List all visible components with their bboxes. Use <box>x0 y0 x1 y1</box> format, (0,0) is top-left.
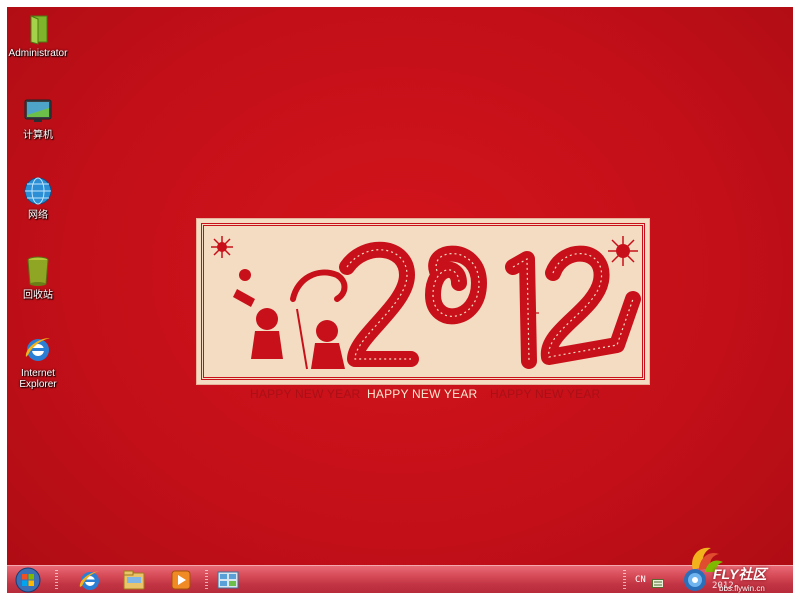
desktop-icon-computer[interactable]: 计算机 <box>7 95 69 141</box>
desktop-icon-label: 计算机 <box>23 130 53 141</box>
internet-explorer-icon <box>79 571 101 590</box>
desktop: Administrator 计算机 网络 回收站 Internet Explor… <box>7 7 793 593</box>
taskbar-grip[interactable] <box>55 570 58 590</box>
folder-library-icon <box>123 570 145 590</box>
taskbar-media-player[interactable] <box>166 567 196 593</box>
desktop-icon-recycle-bin[interactable]: 回收站 <box>7 255 69 301</box>
language-indicator[interactable]: CN <box>635 575 646 585</box>
windows-start-orb-icon <box>15 567 41 593</box>
watermark-brand: FLY社区 <box>713 566 767 582</box>
greeting-row: HAPPY NEW YEAR HAPPY NEW YEAR HAPPY NEW … <box>196 387 648 401</box>
wallpaper-papercut-card <box>196 218 650 385</box>
taskbar-grip[interactable] <box>623 570 626 590</box>
computer-icon <box>22 95 54 127</box>
taskbar-windows-explorer[interactable] <box>119 567 149 593</box>
desktop-icon-network[interactable]: 网络 <box>7 175 69 221</box>
taskbar-grip[interactable] <box>205 570 208 590</box>
watermark-url: bbs.flywin.cn <box>719 584 765 593</box>
taskbar-control-panel[interactable] <box>213 567 243 593</box>
fly-community-watermark: FLY社区 bbs.flywin.cn <box>675 540 793 595</box>
desktop-icon-label: Internet Explorer <box>19 368 57 390</box>
greeting-left: HAPPY NEW YEAR <box>250 387 361 401</box>
desktop-icon-internet-explorer[interactable]: Internet Explorer <box>7 333 69 390</box>
greeting-right: HAPPY NEW YEAR <box>490 387 601 401</box>
folder-icon <box>22 13 54 45</box>
start-button[interactable] <box>13 567 43 593</box>
media-player-icon <box>171 570 191 590</box>
internet-explorer-icon <box>22 333 54 365</box>
desktop-icon-label: 回收站 <box>23 290 53 301</box>
network-icon <box>22 175 54 207</box>
greeting-center: HAPPY NEW YEAR <box>367 387 478 401</box>
taskbar-internet-explorer[interactable] <box>75 567 105 593</box>
dragon-2012-papercut-art <box>211 236 641 370</box>
recycle-bin-icon <box>22 255 54 287</box>
desktop-icon-label: Administrator <box>8 48 68 59</box>
desktop-icon-administrator[interactable]: Administrator <box>7 13 69 59</box>
desktop-icon-label: 网络 <box>28 210 48 221</box>
keyboard-icon[interactable] <box>652 575 664 588</box>
control-panel-icon <box>217 571 239 589</box>
